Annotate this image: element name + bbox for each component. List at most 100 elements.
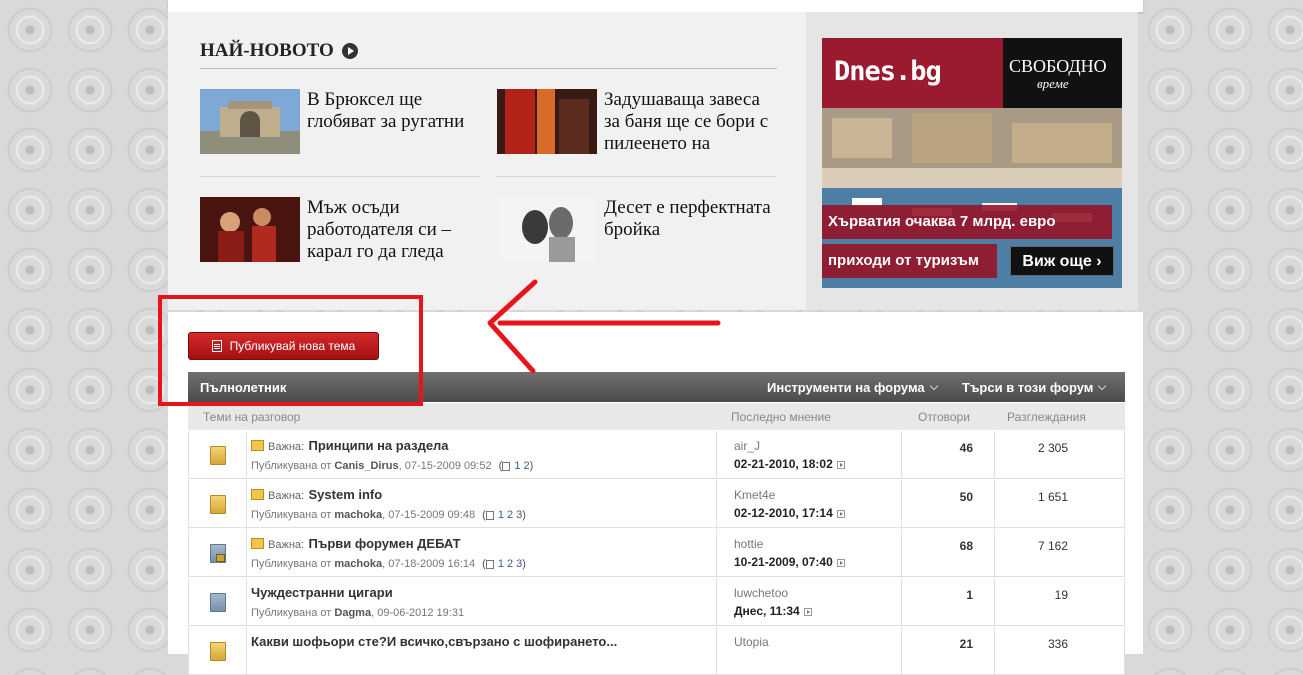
news-headline[interactable]: Десет е перфектната бройка (604, 197, 774, 262)
last-post-date-text: 10-21-2009, 07:40 (734, 555, 833, 569)
page-link[interactable]: 1 (498, 558, 504, 570)
last-post-user[interactable]: luwchetoo (734, 586, 788, 600)
go-to-last-post-icon[interactable] (836, 558, 845, 567)
thread-author[interactable]: Dagma (334, 607, 371, 619)
last-post-date-text: 02-21-2010, 18:02 (734, 457, 833, 471)
page-link[interactable]: 1 (514, 460, 520, 472)
thread-date: 09-06-2012 19:31 (377, 607, 465, 619)
last-post-date: Днес, 11:34 (734, 604, 812, 618)
thread-title[interactable]: System info (309, 487, 383, 502)
folder-icon (210, 593, 226, 612)
thread-info: Какви шофьори сте?И всичко,свързано с шо… (251, 633, 711, 651)
thread-date: 07-15-2009 09:48 (388, 509, 476, 521)
last-post-cell: air_J 02-21-2010, 18:02 (716, 431, 902, 479)
news-item[interactable]: В Брюксел ще глобяват за ругатни (200, 89, 477, 154)
forum-tools-menu[interactable]: Инструменти на форума (767, 380, 938, 395)
thread-status-cell (189, 431, 247, 479)
news-thumbnail-curtain (497, 89, 597, 154)
forum-tools-label: Инструменти на форума (767, 380, 925, 395)
thread-replies: 46 (959, 441, 973, 455)
thread-info: Важна: System info Публикувана от machok… (251, 486, 711, 521)
thread-info: Чуждестранни цигари Публикувана от Dagma… (251, 584, 711, 619)
thread-title[interactable]: Чуждестранни цигари (251, 585, 393, 600)
thread-meta: Публикувана от machoka, 07-18-2009 16:14… (251, 558, 526, 570)
thread-pages: (1 2 3) (479, 509, 526, 521)
thread-prefix: Важна: (268, 441, 305, 453)
last-post-date-text: 02-12-2010, 17:14 (734, 506, 833, 520)
column-last-post[interactable]: Последно мнение (731, 410, 831, 424)
thread-views: 336 (1047, 637, 1068, 651)
column-topics[interactable]: Теми на разговор (203, 410, 300, 424)
folder-icon (210, 495, 226, 514)
go-to-last-post-icon[interactable] (836, 460, 845, 469)
page-link[interactable]: 2 (507, 509, 513, 521)
thread-author[interactable]: machoka (334, 558, 382, 570)
last-post-cell: luwchetoo Днес, 11:34 (716, 578, 902, 626)
go-to-last-post-icon[interactable] (803, 607, 812, 616)
column-views[interactable]: Разглеждания (1007, 410, 1086, 424)
thread-row: Важна: Първи форумен ДЕБАТ Публикувана о… (188, 529, 1125, 577)
thread-title[interactable]: Принципи на раздела (309, 438, 449, 453)
annotation-highlight-box (158, 295, 423, 406)
last-post-date: 02-21-2010, 18:02 (734, 457, 845, 471)
thread-replies: 21 (959, 637, 973, 651)
last-post-user[interactable]: air_J (734, 439, 760, 453)
thread-title[interactable]: Какви шофьори сте?И всичко,свързано с шо… (251, 634, 617, 649)
news-headline[interactable]: Мъж осъди работодателя си – карал го да … (307, 197, 477, 263)
newest-title[interactable]: НАЙ-НОВОТО (200, 40, 358, 62)
newest-divider (200, 68, 777, 69)
play-circle-icon[interactable] (341, 43, 358, 59)
thread-replies: 50 (959, 490, 973, 504)
last-post-user[interactable]: Utopia (734, 635, 769, 649)
thread-info: Важна: Принципи на раздела Публикувана о… (251, 437, 711, 472)
column-replies[interactable]: Отговори (918, 410, 970, 424)
thread-meta: Публикувана от Canis_Dirus, 07-15-2009 0… (251, 460, 534, 472)
news-item[interactable]: Мъж осъди работодателя си – карал го да … (200, 197, 477, 263)
views-cell: 336 (994, 627, 1125, 675)
thread-author[interactable]: machoka (334, 509, 382, 521)
thread-status-cell (189, 480, 247, 528)
last-post-user[interactable]: hottie (734, 537, 763, 551)
last-post-cell: hottie 10-21-2009, 07:40 (716, 529, 902, 577)
views-cell: 19 (994, 578, 1125, 626)
thread-status-cell (189, 627, 247, 675)
folder-icon (210, 642, 226, 661)
news-headline[interactable]: В Брюксел ще глобяват за ругатни (307, 89, 477, 154)
posted-by-label: Публикувана от (251, 607, 332, 619)
thread-views: 19 (1054, 588, 1068, 602)
page-link[interactable]: 2 (523, 460, 529, 472)
sticky-icon (251, 489, 264, 501)
views-cell: 7 162 (994, 529, 1125, 577)
thread-pages: (1 2) (495, 460, 534, 472)
folder-icon (210, 446, 226, 465)
news-thumbnail-office (200, 197, 300, 262)
ad-more-button[interactable]: Виж още › (1010, 246, 1114, 276)
thread-author[interactable]: Canis_Dirus (334, 460, 398, 472)
last-post-user[interactable]: Kmet4e (734, 488, 775, 502)
page-link[interactable]: 2 (507, 558, 513, 570)
page-link[interactable]: 3 (516, 509, 522, 521)
last-post-cell: Utopia (716, 627, 902, 675)
thread-meta: Публикувана от machoka, 07-15-2009 09:48… (251, 509, 526, 521)
news-item[interactable]: Задушаваща завеса за баня ще се бори с п… (497, 89, 774, 155)
page-link[interactable]: 3 (516, 558, 522, 570)
posted-by-label: Публикувана от (251, 460, 332, 472)
thread-title[interactable]: Първи форумен ДЕБАТ (309, 536, 461, 551)
views-cell: 2 305 (994, 431, 1125, 479)
thread-pages: (1 2 3) (479, 558, 526, 570)
thread-prefix: Важна: (268, 490, 305, 502)
news-headline[interactable]: Задушаваща завеса за баня ще се бори с п… (604, 89, 774, 155)
news-item[interactable]: Десет е перфектната бройка (497, 197, 774, 262)
go-to-last-post-icon[interactable] (836, 509, 845, 518)
ad-caption: приходи от туризъм (822, 244, 997, 278)
thread-views: 2 305 (1037, 441, 1068, 455)
ad-more-label: Виж още (1022, 253, 1092, 270)
top-strip (168, 0, 1143, 12)
thread-status-cell (189, 578, 247, 626)
views-cell: 1 651 (994, 480, 1125, 528)
page-link[interactable]: 1 (498, 509, 504, 521)
chevron-down-icon (1098, 381, 1107, 391)
ad-banner[interactable]: Dnes.bg СВОБОДНО време Хърватия очаква 7… (822, 38, 1122, 288)
forum-search-menu[interactable]: Търси в този форум (962, 380, 1107, 395)
thread-prefix: Важна: (268, 539, 305, 551)
